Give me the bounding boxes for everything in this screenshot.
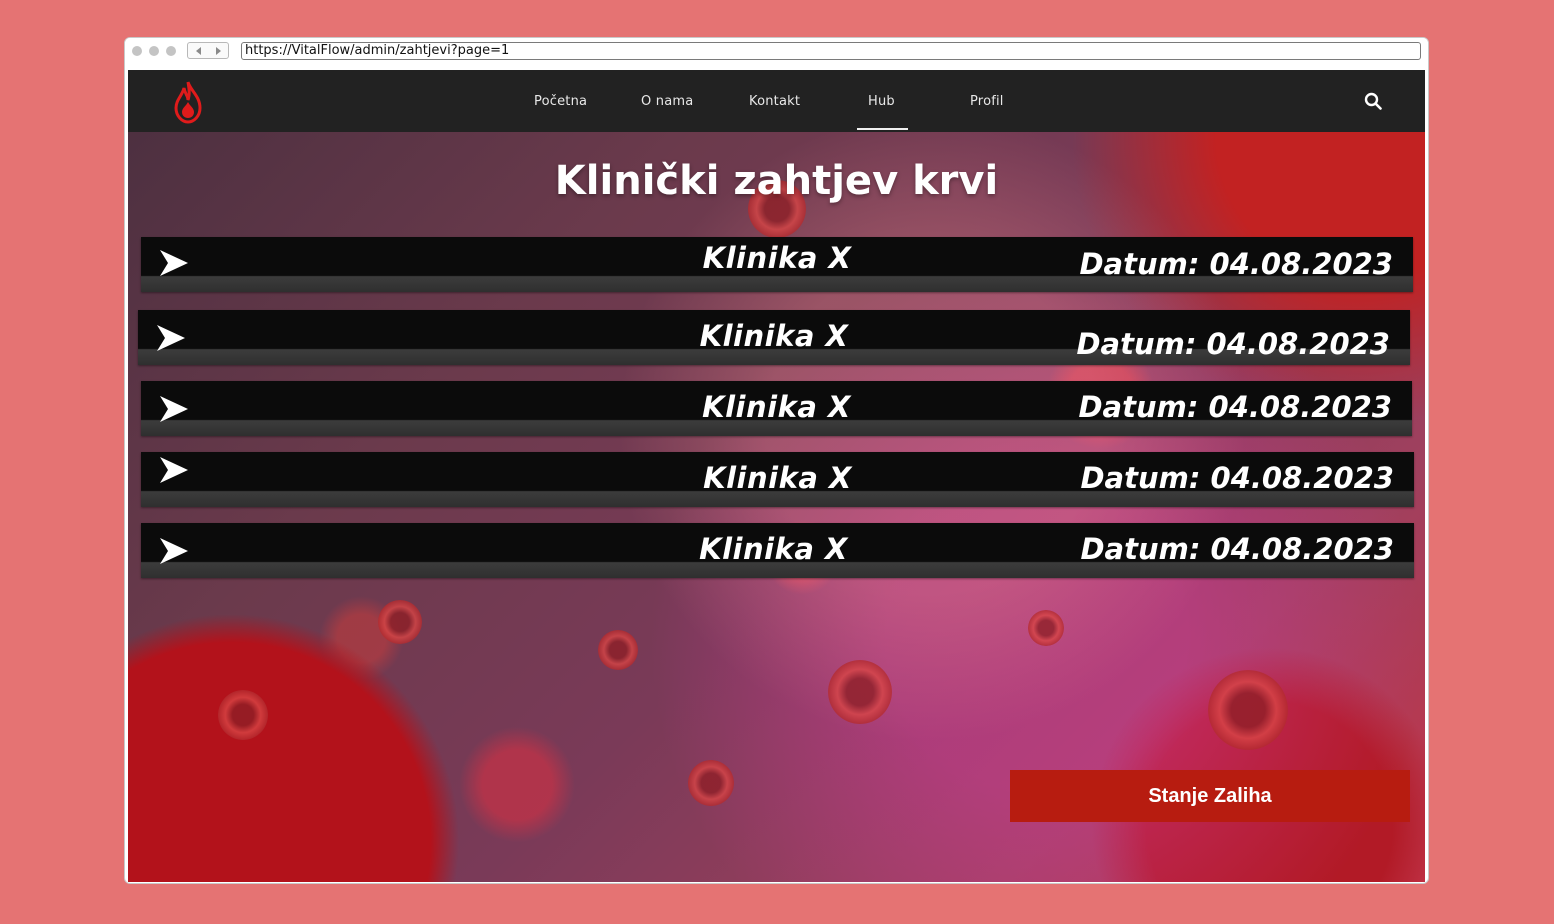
top-navbar: Početna O nama Kontakt Hub Profil <box>128 70 1425 132</box>
request-date: Datum: 04.08.2023 <box>1079 247 1393 281</box>
request-date: Datum: 04.08.2023 <box>1078 390 1392 424</box>
blood-cell-decoration <box>378 600 422 644</box>
history-buttons <box>187 42 229 59</box>
request-row[interactable]: Klinika X Datum: 04.08.2023 <box>141 523 1414 578</box>
back-icon[interactable] <box>195 46 201 55</box>
nav-item-kontakt[interactable]: Kontakt <box>749 94 800 109</box>
blood-cell-decoration <box>1028 610 1064 646</box>
nav-item-profil[interactable]: Profil <box>970 94 1004 109</box>
blood-cell-decoration <box>828 660 892 724</box>
nav-item-o-nama[interactable]: O nama <box>641 94 693 109</box>
active-nav-indicator <box>857 128 908 130</box>
request-row[interactable]: Klinika X Datum: 04.08.2023 <box>141 237 1413 292</box>
request-row[interactable]: Klinika X Datum: 04.08.2023 <box>138 310 1410 365</box>
request-date: Datum: 04.08.2023 <box>1076 327 1390 361</box>
blood-cell-decoration <box>688 760 734 806</box>
window-maximize-dot[interactable] <box>166 46 176 56</box>
nav-item-pocetna[interactable]: Početna <box>534 94 587 109</box>
search-icon[interactable] <box>1364 92 1382 110</box>
window-close-dot[interactable] <box>132 46 142 56</box>
request-date: Datum: 04.08.2023 <box>1080 461 1394 495</box>
request-row[interactable]: Klinika X Datum: 04.08.2023 <box>141 452 1414 507</box>
request-date: Datum: 04.08.2023 <box>1080 532 1394 566</box>
nav-item-hub[interactable]: Hub <box>868 94 895 109</box>
blood-cell-decoration <box>1208 670 1288 750</box>
stanje-zaliha-button[interactable]: Stanje Zaliha <box>1010 770 1410 822</box>
browser-toolbar: https://VitalFlow/admin/zahtjevi?page=1 <box>125 38 1428 68</box>
browser-window: https://VitalFlow/admin/zahtjevi?page=1 … <box>124 37 1429 884</box>
address-bar[interactable]: https://VitalFlow/admin/zahtjevi?page=1 <box>241 42 1421 60</box>
blood-cell-decoration <box>218 690 268 740</box>
page-viewport: Početna O nama Kontakt Hub Profil Klinič… <box>128 70 1425 882</box>
forward-icon[interactable] <box>215 46 221 55</box>
page-title: Klinički zahtjev krvi <box>554 158 999 204</box>
window-minimize-dot[interactable] <box>149 46 159 56</box>
blood-drop-flame-icon[interactable] <box>170 80 206 124</box>
request-row[interactable]: Klinika X Datum: 04.08.2023 <box>141 381 1412 436</box>
blood-cell-decoration <box>598 630 638 670</box>
